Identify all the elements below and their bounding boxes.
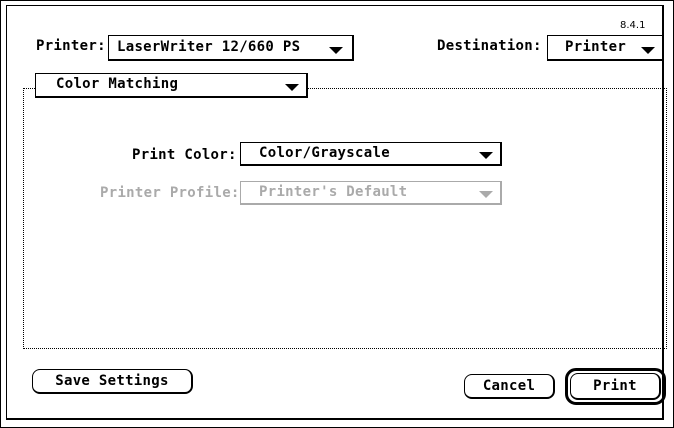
print-button[interactable]: Print: [570, 373, 661, 400]
printer-profile-popup-value: Printer's Default: [259, 184, 408, 200]
destination-popup[interactable]: Printer: [547, 35, 664, 61]
chevron-down-icon: [285, 84, 299, 91]
printer-profile-label: Printer Profile:: [100, 185, 240, 201]
version-label: 8.4.1: [620, 20, 646, 31]
printer-profile-popup[interactable]: Printer's Default: [240, 181, 502, 205]
print-color-popup-value: Color/Grayscale: [259, 145, 390, 161]
destination-label: Destination:: [437, 38, 542, 54]
save-settings-button[interactable]: Save Settings: [32, 369, 193, 394]
print-color-label: Print Color:: [132, 147, 237, 163]
chevron-down-icon: [329, 47, 343, 54]
cancel-button[interactable]: Cancel: [464, 374, 555, 399]
destination-popup-value: Printer: [565, 39, 627, 55]
printer-popup-value: LaserWriter 12/660 PS: [117, 39, 301, 55]
panel-popup[interactable]: Color Matching: [35, 73, 308, 98]
color-matching-group: [23, 88, 667, 349]
chevron-down-icon: [479, 152, 493, 159]
panel-popup-value: Color Matching: [56, 76, 179, 92]
printer-label: Printer:: [36, 38, 106, 54]
print-color-popup[interactable]: Color/Grayscale: [240, 142, 502, 166]
printer-popup[interactable]: LaserWriter 12/660 PS: [108, 35, 354, 61]
chevron-down-icon: [479, 191, 493, 198]
chevron-down-icon: [641, 47, 655, 54]
